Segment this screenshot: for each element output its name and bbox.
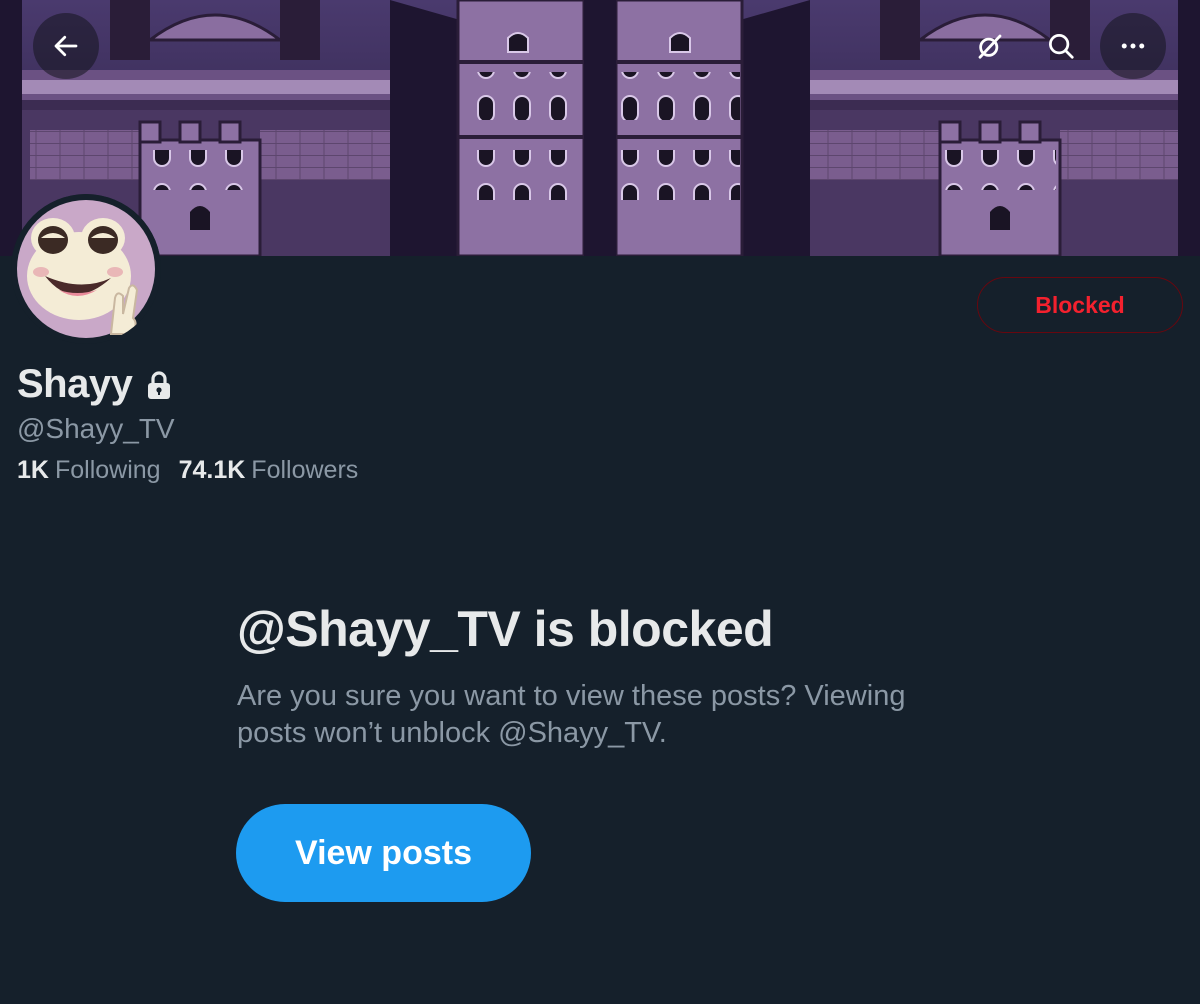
followers-label: Followers	[251, 456, 359, 484]
avatar-image	[11, 194, 161, 344]
search-icon	[1049, 34, 1074, 59]
blocked-notice-description: Are you sure you want to view these post…	[237, 680, 906, 749]
view-posts-label: View posts	[295, 833, 472, 872]
avatar[interactable]	[11, 194, 161, 344]
following-label: Following	[54, 456, 161, 484]
followers-count: 74.1K	[178, 456, 246, 484]
arrow-left-icon	[54, 35, 78, 57]
grok-icon	[978, 34, 1002, 59]
profile-name-row: Shayy	[17, 362, 172, 407]
lock-icon	[148, 370, 171, 399]
more-icon	[1121, 43, 1145, 49]
display-name: Shayy	[17, 362, 133, 406]
back-button[interactable]	[33, 13, 99, 79]
blocked-notice-title: @Shayy_TV is blocked	[237, 601, 774, 657]
following-link[interactable]: 1K Following	[17, 456, 161, 485]
following-count: 1K	[17, 456, 49, 484]
followers-link[interactable]: 74.1K Followers	[179, 456, 359, 485]
blocked-button[interactable]: Blocked	[977, 277, 1183, 333]
more-button[interactable]	[1100, 13, 1166, 79]
blocked-button-label: Blocked	[1035, 291, 1125, 318]
search-button[interactable]	[1028, 13, 1094, 79]
grok-button[interactable]	[957, 13, 1023, 79]
view-posts-button[interactable]: View posts	[236, 804, 531, 902]
follow-stats: 1K Following 74.1K Followers	[17, 456, 358, 485]
profile-handle: @Shayy_TV	[17, 413, 175, 444]
